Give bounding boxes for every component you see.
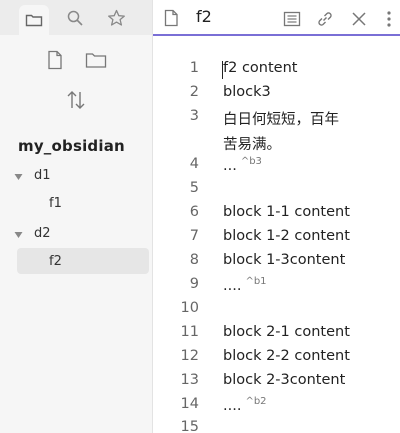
line-number: 9 xyxy=(189,276,199,292)
tab-search[interactable] xyxy=(60,4,90,32)
star-icon xyxy=(107,9,126,27)
sidebar-actions xyxy=(0,46,152,126)
search-icon xyxy=(66,9,84,27)
line-text: block 1-2 content xyxy=(223,228,350,244)
folder-icon xyxy=(25,12,43,28)
line-text: ... ^b3 xyxy=(223,156,262,174)
tab-files[interactable] xyxy=(19,5,49,35)
line-text: block 1-3content xyxy=(223,252,346,268)
chevron-down-icon xyxy=(14,170,23,185)
editor-content[interactable]: 1 f2 content 2 block3 3 白日何短短，百年 苦易满。 4 … xyxy=(153,38,400,433)
tree-file-f1[interactable]: f1 xyxy=(0,190,152,216)
file-icon xyxy=(164,9,179,27)
line-number: 14 xyxy=(180,396,199,412)
line-number: 1 xyxy=(189,60,199,76)
note-title[interactable]: f2 xyxy=(196,7,212,26)
tree-file-f2[interactable]: f2 xyxy=(17,248,149,274)
book-icon xyxy=(283,11,301,27)
line-text: block3 xyxy=(223,84,271,100)
new-note-button[interactable] xyxy=(41,46,69,74)
more-options-button[interactable] xyxy=(381,8,397,30)
block-ref: ^b2 xyxy=(245,396,267,407)
close-icon xyxy=(351,11,367,27)
line-number: 3 xyxy=(189,108,199,124)
vault-name[interactable]: my_obsidian xyxy=(18,137,125,155)
link-icon xyxy=(316,10,334,28)
new-note-icon xyxy=(47,50,63,70)
line-text: f2 content xyxy=(223,60,298,76)
block-ref: ^b3 xyxy=(240,156,262,167)
line-text: .... ^b1 xyxy=(223,276,267,294)
line-number: 7 xyxy=(189,228,199,244)
line-number: 12 xyxy=(180,348,199,364)
link-button[interactable] xyxy=(314,8,336,30)
new-folder-button[interactable] xyxy=(82,46,110,74)
chevron-down-icon xyxy=(14,228,23,243)
line-number: 2 xyxy=(189,84,199,100)
line-number: 5 xyxy=(189,180,199,196)
line-text: block 2-2 content xyxy=(223,348,350,364)
sort-icon xyxy=(65,89,87,111)
file-explorer-sidebar: my_obsidian d1 f1 d2 f2 xyxy=(0,0,153,433)
tree-folder-label: d2 xyxy=(34,225,51,241)
line-number: 6 xyxy=(189,204,199,220)
close-button[interactable] xyxy=(348,8,370,30)
tab-starred[interactable] xyxy=(101,4,131,32)
line-text: 白日何短短，百年 xyxy=(223,112,339,128)
tree-file-label: f2 xyxy=(49,253,62,269)
line-number: 10 xyxy=(180,300,199,316)
sort-button[interactable] xyxy=(62,86,90,114)
reading-view-button[interactable] xyxy=(281,8,303,30)
more-vertical-icon xyxy=(386,10,392,28)
new-folder-icon xyxy=(85,51,107,69)
line-number: 8 xyxy=(189,252,199,268)
line-text: 苦易满。 xyxy=(223,137,281,153)
sidebar-tab-strip xyxy=(0,0,152,35)
tree-folder-label: d1 xyxy=(34,167,51,183)
tree-folder-d1[interactable]: d1 xyxy=(0,162,152,188)
line-text: block 1-1 content xyxy=(223,204,350,220)
block-ref: ^b1 xyxy=(245,276,267,287)
line-number: 13 xyxy=(180,372,199,388)
line-text: .... ^b2 xyxy=(223,396,267,414)
tree-folder-d2[interactable]: d2 xyxy=(0,220,152,246)
tree-file-label: f1 xyxy=(49,195,62,211)
line-number: 4 xyxy=(189,156,199,172)
line-text: block 2-3content xyxy=(223,372,346,388)
line-text: block 2-1 content xyxy=(223,324,350,340)
line-number: 15 xyxy=(180,419,199,433)
line-number: 11 xyxy=(180,324,199,340)
